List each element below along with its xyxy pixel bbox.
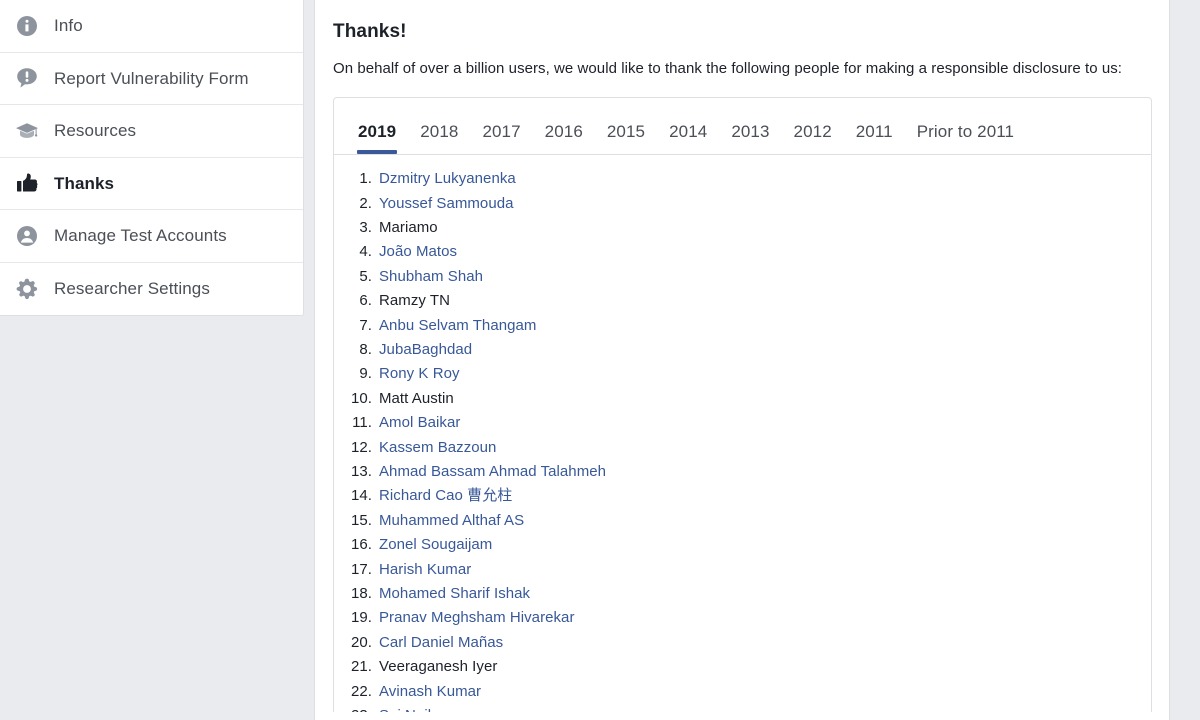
list-item: Mohamed Sharif Ishak (334, 582, 1151, 606)
researcher-name: Ramzy TN (379, 292, 450, 309)
list-item: Zonel Sougaijam (334, 533, 1151, 557)
sidebar: Info Report Vulnerability Form Resources Th… (0, 0, 304, 316)
researcher-link[interactable]: Shubham Shah (379, 268, 483, 285)
list-item: Mariamo (334, 216, 1151, 240)
list-item: Ramzy TN (334, 289, 1151, 313)
tab-2016[interactable]: 2016 (533, 123, 595, 154)
researcher-link[interactable]: Zonel Sougaijam (379, 536, 492, 553)
thumbs-up-icon (14, 172, 40, 194)
list-item: Avinash Kumar (334, 680, 1151, 704)
researcher-link[interactable]: Amol Baikar (379, 414, 460, 431)
sidebar-content-gutter (304, 0, 314, 720)
list-item: Dzmitry Lukyanenka (334, 167, 1151, 191)
sidebar-item-label: Researcher Settings (54, 280, 210, 297)
researcher-link[interactable]: Avinash Kumar (379, 683, 481, 700)
list-item: Youssef Sammouda (334, 192, 1151, 216)
tab-2013[interactable]: 2013 (719, 123, 781, 154)
researcher-link[interactable]: Anbu Selvam Thangam (379, 317, 536, 334)
info-circle-icon (14, 15, 40, 37)
sidebar-item-label: Info (54, 17, 83, 34)
sidebar-item-label: Thanks (54, 175, 114, 192)
researcher-link[interactable]: Pranav Meghsham Hivarekar (379, 609, 575, 626)
list-item: Matt Austin (334, 387, 1151, 411)
sidebar-item-researcher-settings[interactable]: Researcher Settings (0, 263, 303, 316)
gear-icon (14, 277, 40, 301)
researcher-link[interactable]: Youssef Sammouda (379, 195, 514, 212)
main-content: Thanks! On behalf of over a billion user… (314, 0, 1170, 720)
researcher-link[interactable]: Kassem Bazzoun (379, 439, 496, 456)
page-intro-text: On behalf of over a billion users, we wo… (333, 44, 1152, 79)
sidebar-item-label: Manage Test Accounts (54, 227, 227, 244)
tab-2015[interactable]: 2015 (595, 123, 657, 154)
researcher-link[interactable]: João Matos (379, 243, 457, 260)
researcher-link[interactable]: Muhammed Althaf AS (379, 512, 524, 529)
speech-bubble-alert-icon (14, 67, 40, 89)
list-item: Rony K Roy (334, 362, 1151, 386)
researcher-link[interactable]: JubaBaghdad (379, 341, 472, 358)
list-item: Muhammed Althaf AS (334, 509, 1151, 533)
thanks-card: 201920182017201620152014201320122011Prio… (333, 97, 1152, 720)
list-item: Richard Cao 曹允柱 (334, 484, 1151, 508)
sidebar-item-resources[interactable]: Resources (0, 105, 303, 158)
researcher-name: Matt Austin (379, 390, 454, 407)
sidebar-item-thanks[interactable]: Thanks (0, 158, 303, 211)
researcher-link[interactable]: Ahmad Bassam Ahmad Talahmeh (379, 463, 606, 480)
tab-2014[interactable]: 2014 (657, 123, 719, 154)
tab-prior-to-2011[interactable]: Prior to 2011 (905, 123, 1026, 154)
researcher-link[interactable]: Harish Kumar (379, 561, 471, 578)
tab-2018[interactable]: 2018 (408, 123, 470, 154)
user-circle-icon (14, 225, 40, 247)
tab-2019[interactable]: 2019 (346, 123, 408, 154)
tab-2017[interactable]: 2017 (470, 123, 532, 154)
page-root: Info Report Vulnerability Form Resources Th… (0, 0, 1200, 720)
list-item: Veeraganesh Iyer (334, 655, 1151, 679)
graduation-cap-icon (14, 120, 40, 142)
tab-2012[interactable]: 2012 (782, 123, 844, 154)
list-item: Pranav Meghsham Hivarekar (334, 606, 1151, 630)
content-bottom-fade (314, 712, 1170, 720)
list-item: João Matos (334, 240, 1151, 264)
sidebar-item-label: Report Vulnerability Form (54, 70, 249, 87)
thanks-list: Dzmitry Lukyanenka Youssef Sammouda Mariam… (334, 155, 1151, 720)
sidebar-item-info[interactable]: Info (0, 0, 303, 53)
sidebar-item-manage-test-accounts[interactable]: Manage Test Accounts (0, 210, 303, 263)
list-item: Amol Baikar (334, 411, 1151, 435)
sidebar-item-report-vulnerability-form[interactable]: Report Vulnerability Form (0, 53, 303, 106)
list-item: Ahmad Bassam Ahmad Talahmeh (334, 460, 1151, 484)
list-item: Kassem Bazzoun (334, 436, 1151, 460)
list-item: Harish Kumar (334, 558, 1151, 582)
researcher-name: Mariamo (379, 219, 438, 236)
right-page-gutter (1170, 0, 1200, 720)
researcher-link[interactable]: Dzmitry Lukyanenka (379, 170, 516, 187)
researcher-link[interactable]: Rony K Roy (379, 365, 460, 382)
researcher-name: Veeraganesh Iyer (379, 658, 497, 675)
year-tabs: 201920182017201620152014201320122011Prio… (334, 98, 1151, 155)
page-title: Thanks! (333, 0, 1152, 44)
list-item: Carl Daniel Mañas (334, 631, 1151, 655)
list-item: Anbu Selvam Thangam (334, 314, 1151, 338)
researcher-link[interactable]: Richard Cao 曹允柱 (379, 487, 512, 504)
list-item: JubaBaghdad (334, 338, 1151, 362)
tab-2011[interactable]: 2011 (844, 123, 905, 154)
list-item: Shubham Shah (334, 265, 1151, 289)
sidebar-item-label: Resources (54, 122, 136, 139)
researcher-link[interactable]: Mohamed Sharif Ishak (379, 585, 530, 602)
researcher-link[interactable]: Carl Daniel Mañas (379, 634, 503, 651)
